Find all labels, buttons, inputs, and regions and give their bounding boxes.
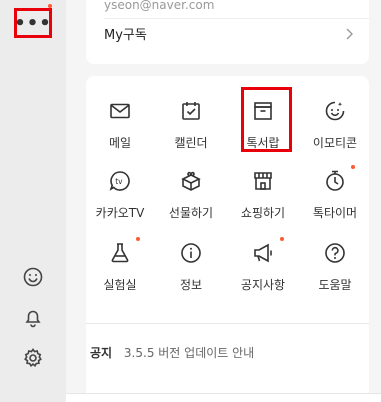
service-notices[interactable]: 공지사항 [227, 234, 299, 300]
service-gift[interactable]: 선물하기 [155, 162, 227, 228]
service-calendar[interactable]: 캘린더 [155, 92, 227, 158]
lab-icon [111, 243, 129, 263]
account-email: yseon@naver.com [104, 0, 215, 12]
notice-text: 3.5.5 버전 업데이트 안내 [123, 346, 255, 360]
service-kakaotv[interactable]: tv 카카오TV [84, 162, 156, 228]
new-badge-dot [136, 237, 140, 241]
service-label: 선물하기 [168, 206, 214, 220]
services-card: 메일 캘린더 톡서랍 이모티콘 tv 카카오TV 선물하기 쇼핑하기 톡타이머 … [86, 76, 369, 400]
notice-title: 공지 [90, 346, 113, 360]
service-shopping[interactable]: 쇼핑하기 [227, 162, 299, 228]
more-icon: ••• [14, 12, 52, 34]
service-emoticon[interactable]: 이모티콘 [299, 92, 371, 158]
shop-icon [254, 172, 272, 190]
chevron-right-icon [346, 28, 353, 40]
service-label: 카카오TV [95, 206, 145, 220]
emoticon-icon [325, 101, 345, 121]
tv-icon: tv [109, 171, 130, 191]
mail-icon [110, 103, 130, 119]
service-label: 실험실 [103, 278, 137, 292]
service-label: 정보 [179, 278, 203, 292]
new-badge-dot [280, 237, 284, 241]
notification-dot [48, 4, 52, 8]
divider [104, 18, 369, 19]
my-subscription-link[interactable]: My구독 [104, 24, 147, 43]
gear-icon[interactable] [21, 346, 45, 370]
gift-icon [181, 171, 201, 191]
service-info[interactable]: 정보 [155, 234, 227, 300]
help-icon [325, 243, 345, 263]
service-talktimer[interactable]: 톡타이머 [299, 162, 371, 228]
new-badge-dot [351, 165, 355, 169]
service-label: 이모티콘 [312, 136, 358, 150]
megaphone-icon [254, 243, 272, 263]
divider [86, 323, 369, 324]
highlight-box [241, 87, 292, 152]
service-label: 도움말 [318, 278, 352, 292]
service-label: 공지사항 [240, 278, 286, 292]
service-label: 캘린더 [174, 136, 208, 150]
service-lab[interactable]: 실험실 [84, 234, 156, 300]
emoji-icon[interactable] [21, 265, 45, 289]
bell-icon[interactable] [21, 306, 45, 330]
info-icon [181, 243, 201, 263]
svg-text:tv: tv [115, 177, 123, 186]
bottom-bar [66, 393, 381, 402]
timer-icon [326, 170, 344, 191]
service-mail[interactable]: 메일 [84, 92, 156, 158]
service-label: 메일 [108, 136, 132, 150]
service-help[interactable]: 도움말 [299, 234, 371, 300]
service-label: 톡타이머 [312, 206, 358, 220]
more-button[interactable]: ••• [14, 8, 52, 38]
account-card: yseon@naver.com My구독 [86, 0, 369, 64]
sidebar: ••• [0, 0, 67, 402]
main-panel: yseon@naver.com My구독 메일 캘린더 톡서랍 이모티콘 tv … [66, 0, 381, 402]
calendar-icon [182, 102, 200, 120]
notice-row[interactable]: 공지 3.5.5 버전 업데이트 안내 [90, 344, 254, 361]
service-label: 쇼핑하기 [240, 206, 286, 220]
